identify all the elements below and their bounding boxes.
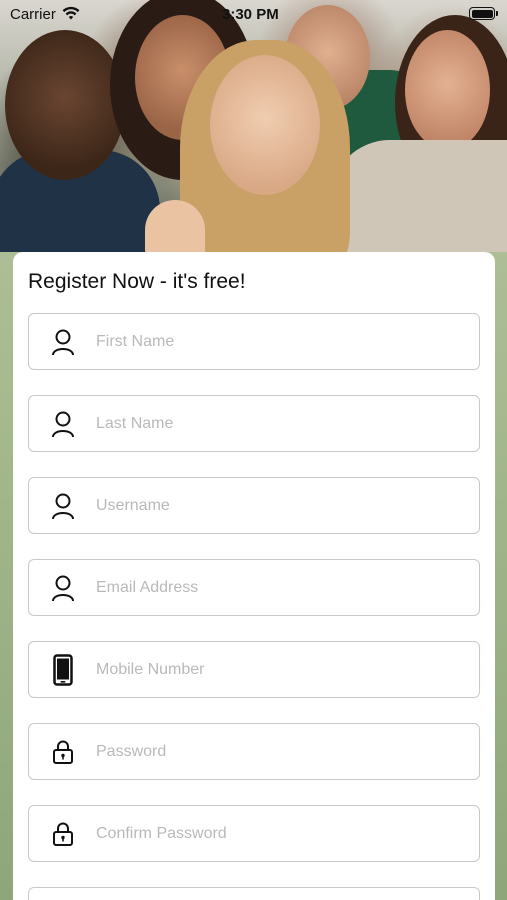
status-bar: Carrier 3:30 PM [0, 0, 507, 28]
hero-person-face [405, 30, 490, 150]
carrier-label: Carrier [10, 6, 56, 23]
hero-photo [0, 0, 507, 252]
password-field[interactable] [28, 723, 480, 780]
person-icon [48, 325, 78, 359]
person-icon [48, 489, 78, 523]
hero-person-body [330, 140, 507, 252]
next-input[interactable] [29, 888, 479, 900]
username-input[interactable] [96, 478, 479, 533]
hero-person-face [5, 30, 125, 180]
clock: 3:30 PM [222, 6, 279, 23]
last-name-input[interactable] [96, 396, 479, 451]
first-name-input[interactable] [96, 314, 479, 369]
person-icon [48, 571, 78, 605]
next-field[interactable] [28, 887, 480, 900]
email-input[interactable] [96, 560, 479, 615]
confirm-password-field[interactable] [28, 805, 480, 862]
lock-icon [48, 817, 78, 851]
hero-hand [145, 200, 205, 252]
last-name-field[interactable] [28, 395, 480, 452]
confirm-password-input[interactable] [96, 806, 479, 861]
wifi-icon [62, 6, 80, 20]
mobile-number-input[interactable] [96, 642, 479, 697]
battery-icon [469, 7, 498, 20]
lock-icon [48, 735, 78, 769]
person-icon [48, 407, 78, 441]
mobile-number-field[interactable] [28, 641, 480, 698]
email-field[interactable] [28, 559, 480, 616]
register-card: Register Now - it's free! [13, 252, 495, 900]
phone-icon [48, 653, 78, 687]
hero-person-face [210, 55, 320, 195]
password-input[interactable] [96, 724, 479, 779]
username-field[interactable] [28, 477, 480, 534]
first-name-field[interactable] [28, 313, 480, 370]
form-title: Register Now - it's free! [28, 270, 246, 293]
